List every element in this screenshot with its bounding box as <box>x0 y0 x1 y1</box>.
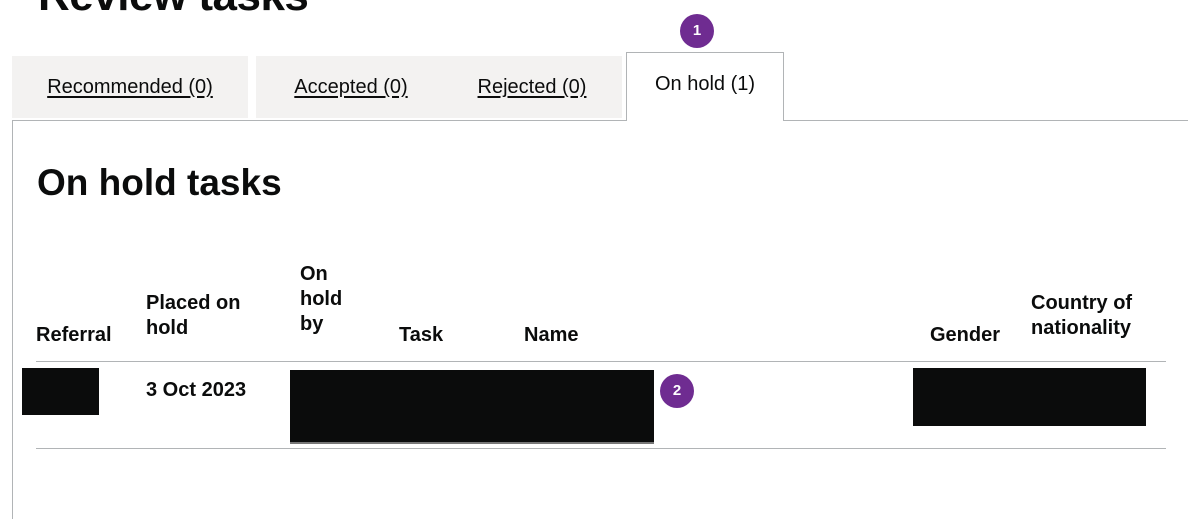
tab-accepted[interactable]: Accepted (0) <box>256 56 446 118</box>
redacted-referral <box>22 368 99 415</box>
column-header-name: Name <box>524 324 579 346</box>
column-header-gender: Gender <box>930 324 1001 346</box>
table-header-divider <box>36 361 1166 362</box>
table-row-divider <box>36 448 1166 449</box>
callout-badge-1: 1 <box>680 14 714 48</box>
tab-on-hold-label[interactable]: On hold (1) <box>655 73 755 95</box>
column-header-referral: Referral <box>36 324 112 346</box>
column-header-country-of-nationality: Country of nationality <box>1031 292 1133 339</box>
page-heading: Review tasks <box>38 0 309 18</box>
column-header-on-hold-by: On hold by <box>300 263 343 335</box>
tab-accepted-label[interactable]: Accepted (0) <box>294 76 407 98</box>
tab-rejected[interactable]: Rejected (0) <box>442 56 622 118</box>
tab-on-hold[interactable]: On hold (1) <box>626 52 784 121</box>
tab-list: Recommended (0) Accepted (0) Rejected (0… <box>12 52 1188 121</box>
redacted-gender-country <box>913 368 1146 426</box>
callout-badge-2: 2 <box>660 374 694 408</box>
column-header-placed-on-hold: Placed on hold <box>146 292 241 339</box>
cell-placed-on-hold: 3 Oct 2023 <box>146 379 247 401</box>
tab-recommended[interactable]: Recommended (0) <box>12 56 248 118</box>
redacted-on-hold-by-task-name <box>290 370 654 442</box>
tab-rejected-label[interactable]: Rejected (0) <box>478 76 587 98</box>
panel-title: On hold tasks <box>37 162 282 203</box>
tab-recommended-label[interactable]: Recommended (0) <box>47 76 213 98</box>
column-header-task: Task <box>399 324 444 346</box>
